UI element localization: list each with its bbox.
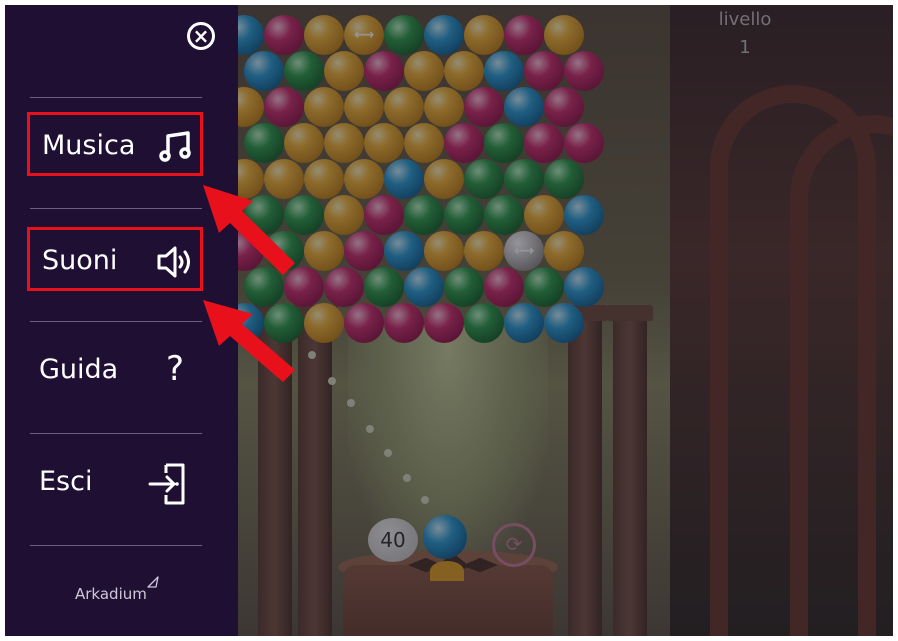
question-mark-icon: ?: [165, 349, 185, 389]
app-frame: ⟷ ⟷ 40 ⟳ livello 1 × Musica Suoni Guida …: [5, 5, 893, 636]
menu-item-guida[interactable]: Guida ?: [27, 339, 203, 403]
menu-label: Esci: [39, 466, 93, 497]
menu-overlay-dim[interactable]: [238, 5, 893, 636]
annotation-arrow: [203, 300, 295, 382]
speaker-icon: [157, 246, 190, 278]
divider: [30, 208, 202, 209]
menu-item-musica[interactable]: Musica: [27, 112, 203, 176]
divider: [30, 433, 202, 434]
annotation-arrow: [203, 185, 295, 275]
exit-icon: [148, 463, 185, 505]
arkadium-logo-icon: [147, 576, 159, 588]
divider: [30, 321, 202, 322]
close-menu-button[interactable]: ×: [187, 22, 215, 50]
divider: [30, 545, 202, 546]
menu-label: Suoni: [42, 245, 118, 276]
menu-item-esci[interactable]: Esci: [27, 451, 203, 515]
menu-label: Musica: [42, 130, 136, 161]
menu-item-suoni[interactable]: Suoni: [27, 227, 203, 291]
brand-logo: Arkadium: [75, 585, 147, 603]
menu-label: Guida: [39, 354, 119, 385]
close-icon: ×: [192, 24, 210, 48]
music-note-icon: [159, 131, 191, 162]
game-area: ⟷ ⟷ 40 ⟳ livello 1: [238, 5, 893, 636]
divider: [30, 97, 202, 98]
